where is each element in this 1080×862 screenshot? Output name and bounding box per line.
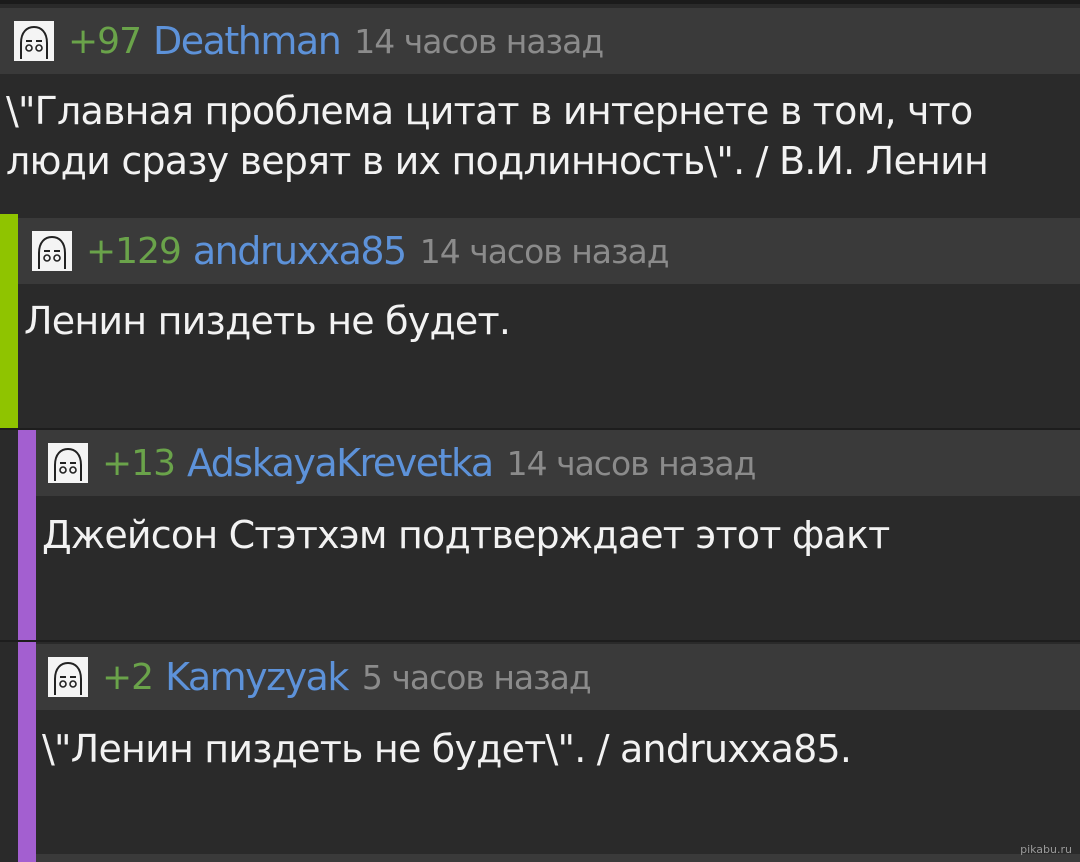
comment-timestamp[interactable]: 5 часов назад	[362, 658, 592, 697]
avatar-face-icon[interactable]	[48, 657, 88, 697]
comment-thread: +97 Deathman 14 часов назад \"Главная пр…	[0, 0, 1080, 862]
avatar-face-icon[interactable]	[32, 231, 72, 271]
comment-4-header: +2 Kamyzyak 5 часов назад	[36, 644, 1080, 710]
comment-rating: +13	[102, 442, 176, 484]
thread-level-bar[interactable]	[18, 642, 36, 854]
watermark: pikabu.ru	[1020, 843, 1072, 856]
comment-2: +129 andruxxa85 14 часов назад Ленин пиз…	[0, 214, 1080, 428]
comment-text: Джейсон Стэтхэм подтверждает этот факт	[42, 513, 890, 557]
comment-author-link[interactable]: andruxxa85	[193, 229, 407, 273]
comment-1: +97 Deathman 14 часов назад \"Главная пр…	[0, 4, 1080, 214]
comment-author-link[interactable]: Kamyzyak	[165, 655, 349, 699]
comment-author-link[interactable]: Deathman	[153, 19, 342, 63]
comment-timestamp[interactable]: 14 часов назад	[420, 232, 670, 271]
avatar-face-icon[interactable]	[48, 443, 88, 483]
comment-rating: +129	[86, 230, 182, 272]
comment-timestamp[interactable]: 14 часов назад	[507, 444, 757, 483]
comment-timestamp[interactable]: 14 часов назад	[354, 22, 604, 61]
comment-1-header: +97 Deathman 14 часов назад	[0, 8, 1080, 74]
comment-next-partial	[0, 854, 1080, 862]
thread-level-bar[interactable]	[18, 854, 36, 862]
avatar-face-icon[interactable]	[14, 21, 54, 61]
comment-4: +2 Kamyzyak 5 часов назад \"Ленин пиздет…	[0, 642, 1080, 854]
comment-3-header: +13 AdskayaKrevetka 14 часов назад	[36, 430, 1080, 496]
comment-rating: +97	[68, 20, 142, 62]
comment-text: \"Главная проблема цитат в интернете в т…	[6, 89, 989, 183]
comment-header-partial	[36, 854, 1080, 862]
comment-text: Ленин пиздеть не будет.	[24, 299, 511, 343]
comment-3: +13 AdskayaKrevetka 14 часов назад Джейс…	[0, 430, 1080, 640]
comment-author-link[interactable]: AdskayaKrevetka	[187, 441, 494, 485]
comment-2-header: +129 andruxxa85 14 часов назад	[18, 218, 1080, 284]
comment-rating: +2	[102, 656, 154, 698]
thread-level-bar[interactable]	[18, 430, 36, 640]
comment-text: \"Ленин пиздеть не будет\". / andruxxa85…	[42, 727, 852, 771]
thread-level-bar[interactable]	[0, 214, 18, 428]
